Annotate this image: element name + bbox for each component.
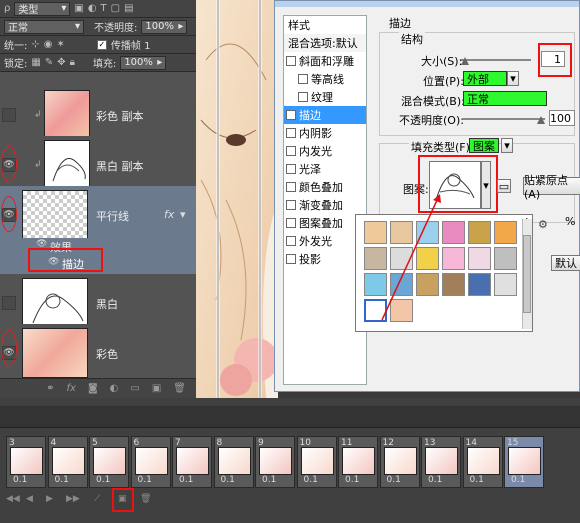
timeline-frame[interactable]: 14 0.1 — [462, 436, 503, 488]
frame-thumbnail — [425, 447, 458, 475]
frame-thumbnail — [383, 447, 417, 475]
frame-thumbnail — [93, 447, 126, 475]
timeline-frame[interactable]: 7 0.1 — [172, 436, 212, 488]
frame-duration[interactable]: 0.1 — [511, 475, 525, 485]
timeline-frame[interactable]: 11 0.1 — [338, 436, 378, 488]
frame-duration[interactable]: 0.1 — [387, 475, 401, 485]
timeline-frame[interactable]: 5 0.1 — [89, 436, 129, 488]
frame-thumbnail — [508, 447, 541, 475]
frame-thumbnail — [259, 447, 292, 475]
timeline-frame[interactable]: 3 0.1 — [6, 436, 46, 488]
timeline-header — [0, 406, 580, 428]
frame-thumbnail — [176, 447, 209, 475]
prev-frame-icon[interactable]: ◀ — [26, 494, 33, 504]
frame-thumbnail — [342, 447, 375, 475]
tween-icon[interactable]: ⟋ — [94, 494, 100, 504]
timeline-frame[interactable]: 13 0.1 — [421, 436, 461, 488]
play-icon[interactable]: ▶ — [46, 494, 53, 504]
frame-thumbnail — [300, 447, 334, 475]
timeline-panel: 3 0.1 4 0.1 5 0.1 6 0.1 7 0.1 8 0.1 9 0.1 10 0.1 11 0.1 12… — [0, 398, 580, 523]
frame-duration[interactable]: 0.1 — [428, 475, 442, 485]
frame-duration[interactable]: 0.1 — [179, 475, 193, 485]
frame-thumbnail — [10, 447, 43, 475]
frame-duration[interactable]: 0.1 — [304, 475, 318, 485]
timeline-frame[interactable]: 8 0.1 — [213, 436, 254, 488]
frame-duration[interactable]: 0.1 — [221, 475, 235, 485]
frame-thumbnail — [466, 447, 500, 475]
frame-duration[interactable]: 0.1 — [470, 475, 484, 485]
frame-thumbnail — [134, 447, 168, 475]
frame-thumbnail — [217, 447, 251, 475]
frame-duration[interactable]: 0.1 — [13, 475, 27, 485]
timeline-frame[interactable]: 4 0.1 — [47, 436, 88, 488]
frame-thumbnail — [51, 447, 85, 475]
frame-duration[interactable]: 0.1 — [138, 475, 152, 485]
frame-duration[interactable]: 0.1 — [262, 475, 276, 485]
timeline-frame[interactable]: 6 0.1 — [130, 436, 171, 488]
trash-icon[interactable]: 🗑︎ — [140, 494, 151, 504]
frame-duration[interactable]: 0.1 — [55, 475, 69, 485]
next-frame-icon[interactable]: ▶▶ — [66, 494, 80, 504]
timeline-frame[interactable]: 9 0.1 — [255, 436, 295, 488]
frame-duration[interactable]: 0.1 — [96, 475, 110, 485]
frame-duration[interactable]: 0.1 — [345, 475, 359, 485]
timeline-frame[interactable]: 10 0.1 — [296, 436, 337, 488]
highlight-box — [112, 488, 134, 512]
timeline-frame[interactable]: 12 0.1 — [379, 436, 420, 488]
first-frame-icon[interactable]: ◀◀ — [6, 494, 20, 504]
timeline-frame[interactable]: 15 0.1 — [504, 436, 544, 488]
